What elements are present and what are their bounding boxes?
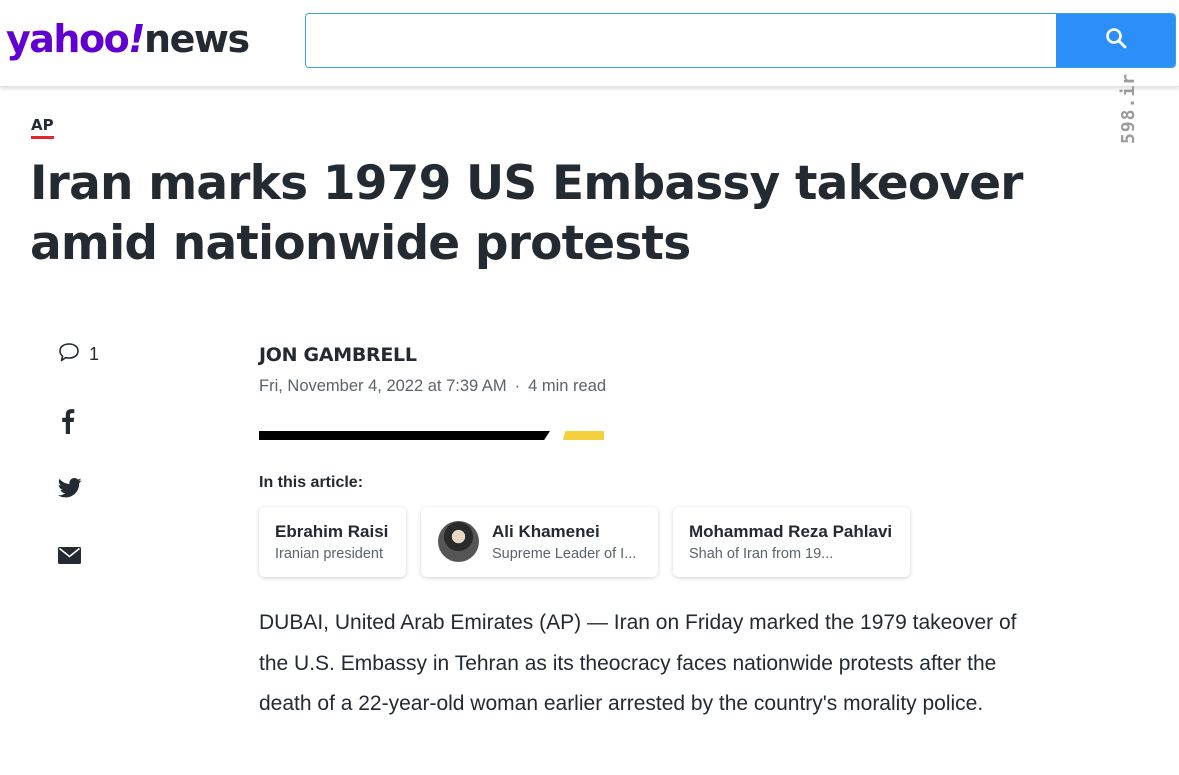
entity-card[interactable]: Mohammad Reza Pahlavi Shah of Iran from … <box>673 507 910 577</box>
facebook-share-button[interactable] <box>61 408 75 439</box>
article-body-paragraph: DUBAI, United Arab Emirates (AP) — Iran … <box>259 611 1017 715</box>
site-header: yahoo!news <box>0 0 1179 87</box>
comments-button[interactable]: 1 <box>57 340 99 369</box>
entity-card[interactable]: Ebrahim Raisi Iranian president <box>259 507 406 577</box>
logo-yahoo-text: yahoo <box>6 17 130 61</box>
search-icon <box>1105 27 1127 54</box>
search-input[interactable] <box>306 14 1056 67</box>
read-time: 4 min read <box>528 377 607 395</box>
email-icon <box>58 547 81 569</box>
twitter-icon <box>58 478 82 503</box>
entity-desc: Iranian president <box>275 546 384 562</box>
comment-icon <box>57 340 81 369</box>
comment-count: 1 <box>89 344 100 364</box>
logo-news-text: news <box>144 17 250 61</box>
yahoo-news-logo[interactable]: yahoo!news <box>6 16 250 62</box>
article-headline: Iran marks 1979 US Embassy takeover amid… <box>30 156 1023 271</box>
author-name[interactable]: JON GAMBRELL <box>259 344 417 366</box>
avatar <box>438 521 479 562</box>
entity-card[interactable]: Ali Khamenei Supreme Leader of I... <box>421 507 658 577</box>
publish-date: Fri, November 4, 2022 at 7:39 AM <box>259 377 507 395</box>
logo-bang-text: ! <box>128 17 145 61</box>
in-this-article-label: In this article: <box>259 474 364 491</box>
entity-name: Mohammad Reza Pahlavi <box>689 522 893 541</box>
twitter-share-button[interactable] <box>58 478 82 503</box>
search-bar <box>305 13 1176 68</box>
entity-name: Ebrahim Raisi <box>275 522 389 541</box>
email-share-button[interactable] <box>58 547 81 569</box>
search-button[interactable] <box>1056 14 1175 67</box>
entity-desc: Shah of Iran from 19... <box>689 546 834 562</box>
decorative-bar-black <box>259 431 550 440</box>
provider-label[interactable]: AP <box>31 116 54 139</box>
entity-desc: Supreme Leader of I... <box>492 546 637 562</box>
facebook-icon <box>61 408 75 439</box>
meta-separator: · <box>514 377 521 395</box>
article-meta: Fri, November 4, 2022 at 7:39 AM · 4 min r… <box>259 377 606 396</box>
decorative-bar-yellow <box>563 431 604 440</box>
site-watermark: 598.ir <box>1118 72 1139 144</box>
entity-name: Ali Khamenei <box>492 522 600 541</box>
